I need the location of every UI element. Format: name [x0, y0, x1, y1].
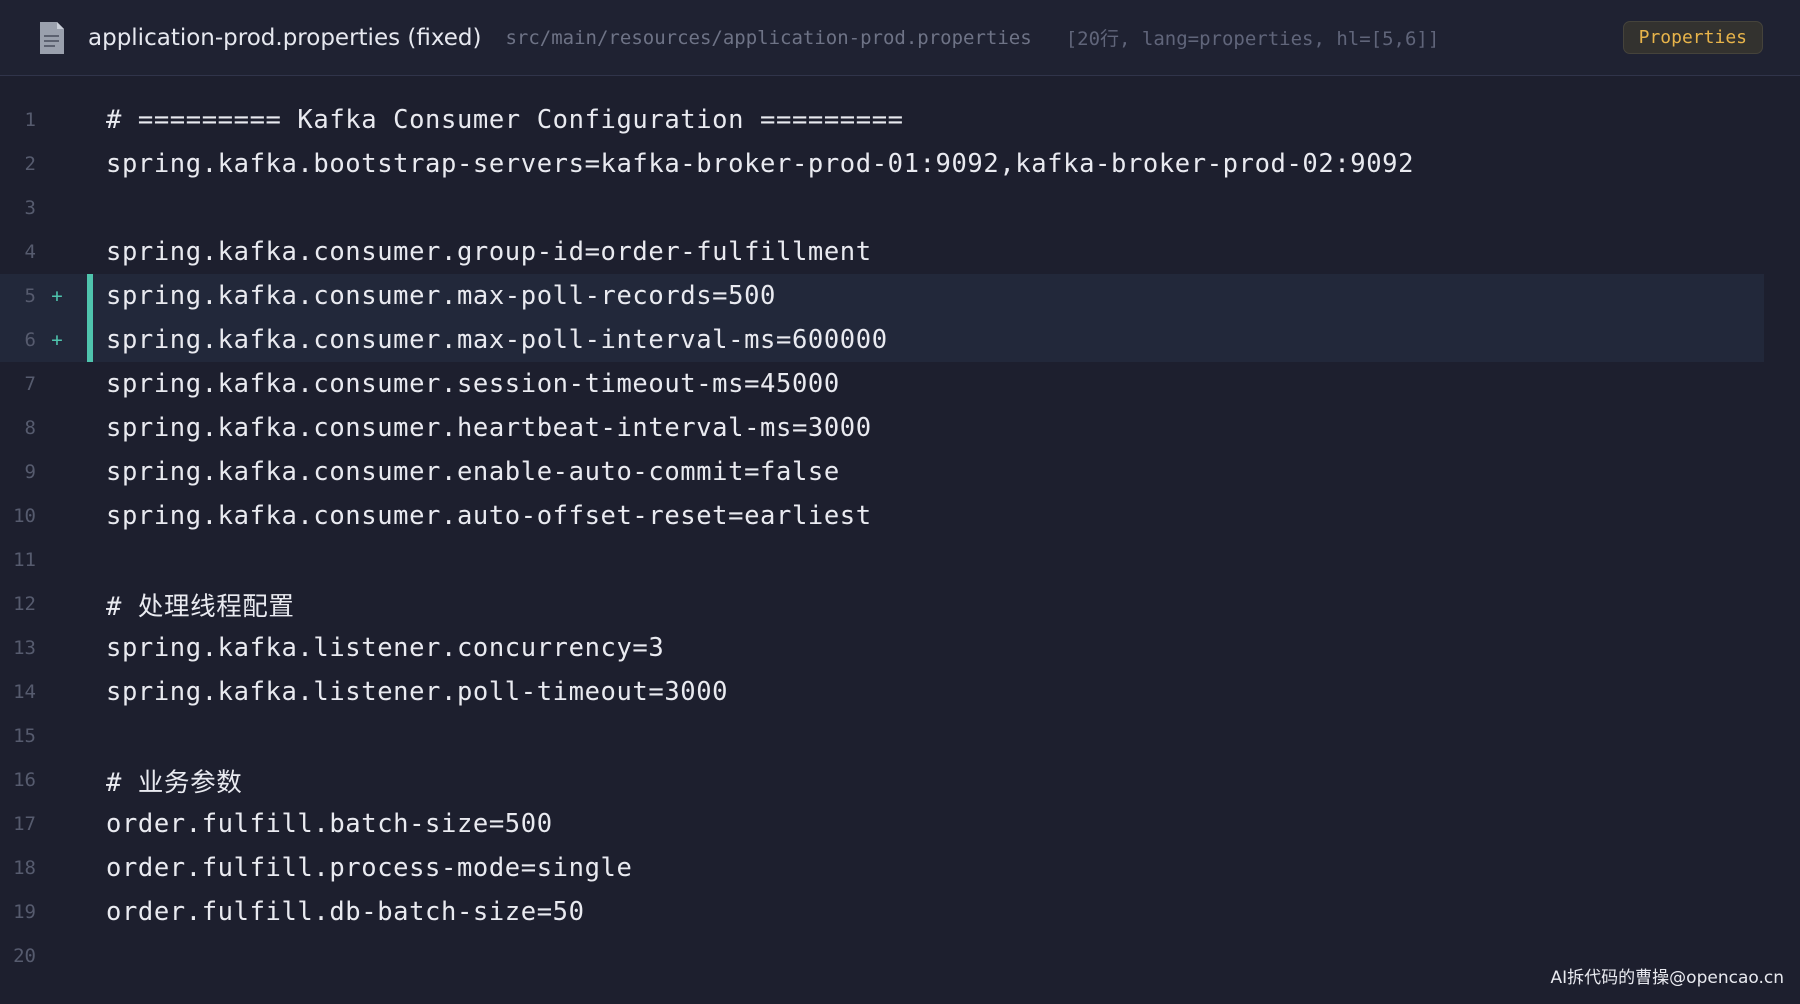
code-line: 8 spring.kafka.consumer.heartbeat-interva… — [0, 406, 1800, 450]
line-number: 3 — [24, 197, 36, 219]
line-number: 11 — [13, 549, 36, 571]
code-text: # ========= Kafka Consumer Configuration… — [106, 105, 904, 135]
line-number: 20 — [13, 945, 36, 967]
code-text: order.fulfill.batch-size=500 — [106, 809, 553, 839]
code-text: order.fulfill.db-batch-size=50 — [106, 897, 585, 927]
code-text: spring.kafka.bootstrap-servers=kafka-bro… — [106, 149, 1415, 179]
code-line: 11 — [0, 538, 1800, 582]
code-line: 20 — [0, 934, 1800, 978]
code-viewer-window: application-prod.properties (fixed) src/… — [0, 0, 1800, 1004]
code-text: spring.kafka.consumer.auto-offset-reset=… — [106, 501, 872, 531]
code-line: 19 order.fulfill.db-batch-size=50 — [0, 890, 1800, 934]
line-number: 13 — [13, 637, 36, 659]
line-number: 9 — [24, 461, 36, 483]
line-number: 6 — [24, 329, 36, 351]
code-text: spring.kafka.listener.poll-timeout=3000 — [106, 677, 729, 707]
file-header: application-prod.properties (fixed) src/… — [0, 0, 1800, 76]
code-line: 17 order.fulfill.batch-size=500 — [0, 802, 1800, 846]
file-path: src/main/resources/application-prod.prop… — [505, 26, 1032, 49]
code-line: 7 spring.kafka.consumer.session-timeout-m… — [0, 362, 1800, 406]
code-text: order.fulfill.process-mode=single — [106, 853, 633, 883]
document-icon — [38, 21, 66, 55]
file-meta: [20行, lang=properties, hl=[5,6]] — [1065, 28, 1440, 50]
code-body: 1 # ========= Kafka Consumer Configuratio… — [0, 98, 1800, 978]
line-number: 16 — [13, 769, 36, 791]
line-number: 14 — [13, 681, 36, 703]
line-number: 17 — [13, 813, 36, 835]
line-number: 12 — [13, 593, 36, 615]
watermark: AI拆代码的曹操@opencao.cn — [1550, 968, 1784, 988]
diff-added-marker: + — [51, 329, 63, 351]
code-line: 13 spring.kafka.listener.concurrency=3 — [0, 626, 1800, 670]
code-text: spring.kafka.consumer.session-timeout-ms… — [106, 369, 840, 399]
code-text: spring.kafka.consumer.max-poll-records=5… — [106, 281, 776, 311]
code-line: 16 # 业务参数 — [0, 758, 1800, 802]
language-badge: Properties — [1622, 21, 1763, 54]
code-line: 9 spring.kafka.consumer.enable-auto-commi… — [0, 450, 1800, 494]
code-line: 2 spring.kafka.bootstrap-servers=kafka-br… — [0, 142, 1800, 186]
line-number: 1 — [24, 109, 36, 131]
code-text: # 处理线程配置 — [106, 591, 295, 622]
code-text: spring.kafka.consumer.group-id=order-ful… — [106, 237, 872, 267]
line-number: 4 — [24, 241, 36, 263]
code-line: 6 + spring.kafka.consumer.max-poll-interva… — [0, 318, 1800, 362]
line-number: 8 — [24, 417, 36, 439]
code-text: spring.kafka.consumer.heartbeat-interval… — [106, 413, 872, 443]
code-line: 4 spring.kafka.consumer.group-id=order-fu… — [0, 230, 1800, 274]
code-text: # 业务参数 — [106, 767, 243, 798]
line-number: 2 — [24, 153, 36, 175]
file-title: application-prod.properties (fixed) — [88, 24, 482, 51]
line-number: 18 — [13, 857, 36, 879]
line-number: 19 — [13, 901, 36, 923]
code-line: 15 — [0, 714, 1800, 758]
code-line: 12 # 处理线程配置 — [0, 582, 1800, 626]
code-line: 5 + spring.kafka.consumer.max-poll-records… — [0, 274, 1800, 318]
code-text: spring.kafka.listener.concurrency=3 — [106, 633, 665, 663]
line-number: 15 — [13, 725, 36, 747]
code-line: 3 — [0, 186, 1800, 230]
code-text: spring.kafka.consumer.max-poll-interval-… — [106, 325, 888, 355]
line-number: 10 — [13, 505, 36, 527]
diff-added-marker: + — [51, 285, 63, 307]
line-number: 5 — [24, 285, 36, 307]
code-line: 14 spring.kafka.listener.poll-timeout=300… — [0, 670, 1800, 714]
code-line: 18 order.fulfill.process-mode=single — [0, 846, 1800, 890]
line-number: 7 — [24, 373, 36, 395]
code-line: 10 spring.kafka.consumer.auto-offset-rese… — [0, 494, 1800, 538]
code-line: 1 # ========= Kafka Consumer Configuratio… — [0, 98, 1800, 142]
code-text: spring.kafka.consumer.enable-auto-commit… — [106, 457, 840, 487]
